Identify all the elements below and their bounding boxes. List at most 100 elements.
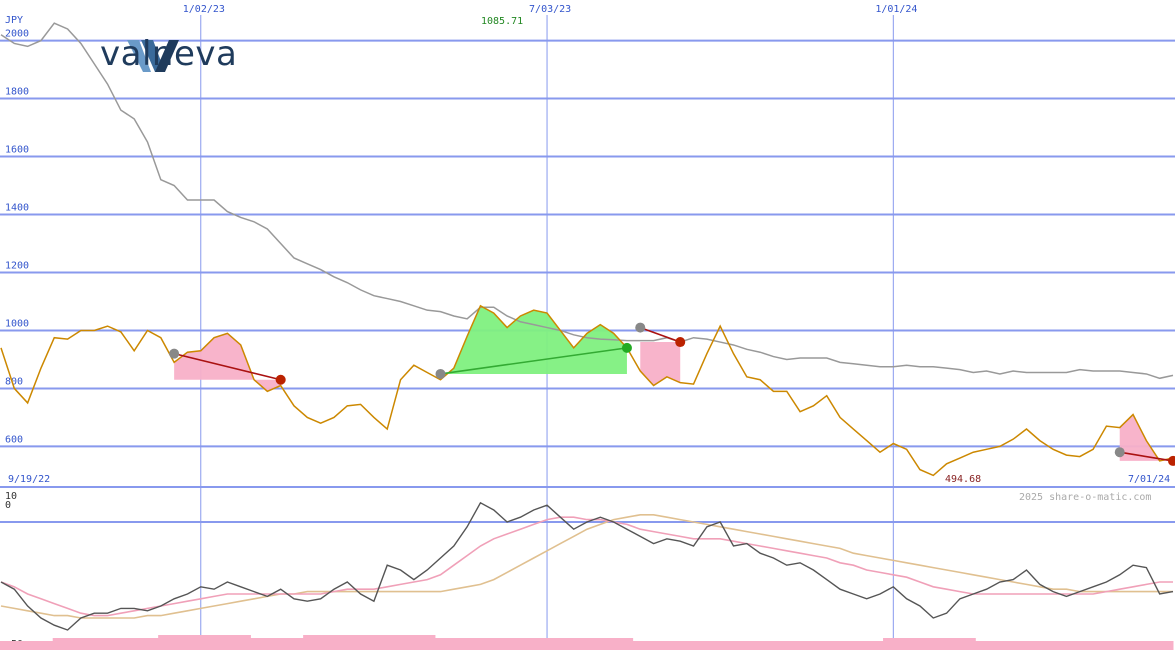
volume-bar — [1080, 641, 1095, 650]
volume-bar — [856, 641, 871, 650]
y-tick-label: 2000 — [5, 29, 29, 40]
volume-bar — [1054, 641, 1069, 650]
volume-bar — [658, 641, 673, 650]
volume-bar — [1028, 641, 1042, 650]
date-start-label: 9/19/22 — [8, 474, 50, 485]
volume-bar — [843, 641, 858, 650]
volume-bar — [830, 641, 845, 650]
volume-bar — [1107, 641, 1121, 650]
volume-bar — [1120, 641, 1134, 650]
volume-bar — [1146, 641, 1161, 650]
volume-bar — [751, 641, 765, 650]
volume-bar — [1133, 641, 1148, 650]
volume-bar — [1014, 641, 1029, 650]
y-tick-label: 600 — [5, 434, 23, 445]
trend-fill — [640, 342, 681, 386]
trough-label: 494.68 — [945, 474, 981, 485]
volume-bar — [52, 638, 67, 650]
volume-bar — [434, 638, 449, 650]
volume-bar — [342, 635, 357, 650]
volume-bar — [909, 638, 924, 650]
volume-bar — [474, 638, 489, 650]
volume-bar — [975, 641, 989, 650]
volume-bar — [289, 638, 304, 650]
volume-bar — [158, 635, 172, 650]
volume-bar — [118, 638, 133, 650]
volume-bar — [566, 638, 581, 650]
stock-chart: 2000180016001400120010008006001/02/23 7/0… — [0, 4, 1175, 650]
volume-bar — [869, 641, 884, 650]
volume-bar — [790, 641, 805, 650]
volume-bar — [421, 635, 436, 650]
volume-bar — [369, 635, 383, 650]
volume-bar — [948, 638, 963, 650]
volume-bar — [962, 638, 976, 650]
volume-bar — [645, 641, 660, 650]
volume-bar — [184, 635, 199, 650]
volume-bar — [1093, 641, 1108, 650]
volume-bar — [540, 638, 555, 650]
volume-bar — [144, 638, 159, 650]
volume-bar — [935, 638, 950, 650]
volume-bar — [500, 638, 515, 650]
volume-bar — [171, 635, 186, 650]
y-tick-label: 1400 — [5, 203, 29, 214]
volume-bar — [39, 641, 54, 650]
trend-fill-areas — [174, 305, 1173, 461]
volume-bar — [408, 635, 423, 650]
main-panel-grid: 2000180016001400120010008006001/02/23 7/0… — [0, 4, 1175, 650]
volume-bar — [579, 638, 594, 650]
volume-bar — [1159, 641, 1174, 650]
trend-end-marker — [621, 342, 632, 353]
oscillator-panel: 100-50 — [0, 491, 1175, 650]
volume-bar — [883, 638, 897, 650]
volume-bar — [448, 638, 462, 650]
volume-bar — [487, 638, 502, 650]
volume-bar — [553, 638, 568, 650]
volume-bar — [395, 635, 410, 650]
volume-bar — [922, 638, 937, 650]
osc-fast-line — [0, 516, 1173, 617]
volume-bars — [0, 635, 1174, 650]
y-tick-label: 1200 — [5, 260, 29, 271]
volume-bar — [250, 638, 265, 650]
trend-fill — [174, 333, 281, 392]
volume-bar — [92, 638, 106, 650]
volume-bar — [685, 641, 700, 650]
watermark: 2025 share-o-matic.com — [1019, 492, 1151, 503]
volume-bar — [224, 635, 238, 650]
volume-bar — [0, 641, 14, 650]
volume-bar — [105, 638, 120, 650]
volume-bar — [632, 641, 647, 650]
volume-bar — [210, 635, 225, 650]
volume-bar — [382, 635, 396, 650]
volume-bar — [514, 638, 528, 650]
volume-bar — [13, 641, 27, 650]
trend-start-marker — [169, 348, 180, 359]
volume-bar — [672, 641, 686, 650]
volume-bar — [803, 641, 818, 650]
volume-bar — [988, 641, 1003, 650]
volume-bar — [527, 638, 541, 650]
y-tick-label: 1800 — [5, 87, 29, 98]
volume-bar — [26, 641, 41, 650]
osc-tick-label: 0 — [5, 500, 11, 511]
volume-bar — [329, 635, 344, 650]
y-tick-label: 1600 — [5, 145, 29, 156]
volume-bar — [724, 641, 739, 650]
volume-bar — [237, 635, 251, 650]
volume-bar — [896, 638, 910, 650]
trend-start-marker — [1114, 447, 1125, 458]
trend-start-marker — [635, 322, 646, 333]
volume-bar — [1041, 641, 1055, 650]
volume-bar — [738, 641, 752, 650]
volume-bar — [711, 641, 726, 650]
volume-bar — [593, 638, 607, 650]
volume-bar — [303, 635, 317, 650]
volume-bar — [698, 641, 713, 650]
volume-bar — [276, 638, 291, 650]
volume-bar — [355, 635, 370, 650]
trend-start-marker — [435, 368, 446, 379]
volume-bar — [197, 635, 212, 650]
volume-bar — [606, 638, 620, 650]
